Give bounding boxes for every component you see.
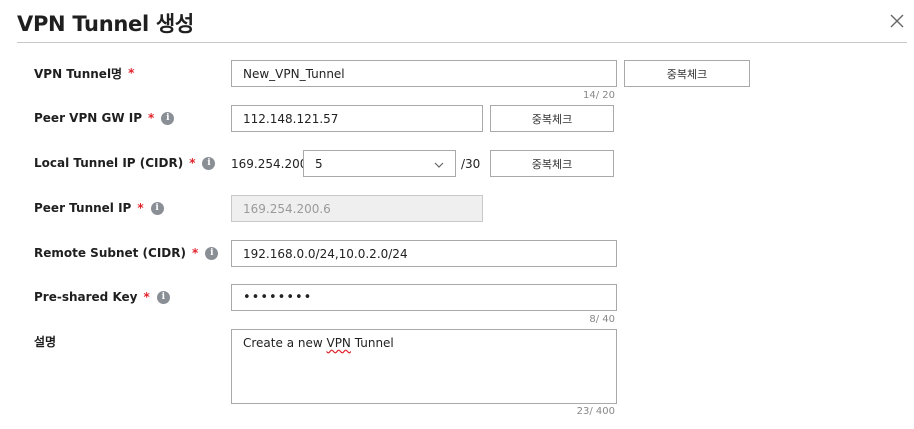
description-label-text: 설명 (34, 334, 57, 349)
remote-subnet-input[interactable]: 192.168.0.0/24,10.0.2.0/24 (231, 240, 617, 267)
remote-subnet-value: 192.168.0.0/24,10.0.2.0/24 (243, 246, 408, 261)
tunnel-name-value: New_VPN_Tunnel (243, 66, 345, 81)
peer-tunnel-ip-value: 169.254.200.6 (243, 201, 331, 216)
peer-gw-ip-value: 112.148.121.57 (243, 111, 339, 126)
local-tunnel-ip-selected-value: 5 (315, 156, 323, 171)
required-mark: * (128, 66, 135, 80)
peer-gw-ip-label-text: Peer VPN GW IP (34, 111, 142, 125)
local-tunnel-ip-prefix: 169.254.200. (231, 156, 312, 171)
description-textarea[interactable]: Create a new VPN Tunnel (231, 329, 617, 404)
preshared-key-masked-value: •••••••• (243, 290, 313, 305)
peer-tunnel-ip-input: 169.254.200.6 (231, 195, 483, 222)
info-icon[interactable]: i (150, 201, 164, 215)
local-tunnel-ip-duplicate-check-button[interactable]: 중복체크 (490, 150, 614, 177)
description-spellcheck-word: VPN (326, 336, 351, 350)
required-mark: * (143, 290, 150, 304)
description-label: 설명 (34, 331, 56, 351)
tunnel-name-input[interactable]: New_VPN_Tunnel (231, 60, 617, 87)
preshared-key-label: Pre-shared Key * i (34, 287, 170, 307)
tunnel-name-label: VPN Tunnel명 * (34, 63, 134, 83)
dialog-header: VPN Tunnel 생성 (0, 0, 914, 44)
description-text-part: Tunnel (350, 336, 394, 350)
tunnel-name-label-text: VPN Tunnel명 (34, 66, 123, 81)
required-mark: * (137, 201, 144, 215)
tunnel-name-char-counter: 14/ 20 (583, 90, 615, 101)
required-mark: * (192, 246, 199, 260)
dialog-title: VPN Tunnel 생성 (17, 12, 194, 36)
local-tunnel-ip-suffix: /30 (461, 156, 481, 171)
peer-tunnel-ip-label: Peer Tunnel IP * i (34, 198, 164, 218)
close-icon[interactable] (888, 12, 906, 30)
tunnel-name-duplicate-check-button[interactable]: 중복체크 (624, 60, 750, 87)
info-icon[interactable]: i (161, 111, 175, 125)
peer-gw-ip-input[interactable]: 112.148.121.57 (231, 105, 483, 132)
remote-subnet-label: Remote Subnet (CIDR) * i (34, 243, 219, 263)
local-tunnel-ip-select[interactable]: 5 (303, 150, 456, 177)
description-text-part: Create a new (243, 336, 327, 350)
remote-subnet-label-text: Remote Subnet (CIDR) (34, 246, 186, 260)
required-mark: * (148, 111, 155, 125)
peer-gw-ip-duplicate-check-button[interactable]: 중복체크 (490, 105, 614, 132)
peer-tunnel-ip-label-text: Peer Tunnel IP (34, 201, 132, 215)
peer-gw-ip-label: Peer VPN GW IP * i (34, 108, 175, 128)
info-icon[interactable]: i (156, 290, 170, 304)
local-tunnel-ip-label-text: Local Tunnel IP (CIDR) (34, 156, 184, 170)
description-char-counter: 23/ 400 (576, 406, 615, 417)
preshared-key-label-text: Pre-shared Key (34, 290, 138, 304)
info-icon[interactable]: i (202, 156, 216, 170)
info-icon[interactable]: i (205, 246, 219, 260)
preshared-key-char-counter: 8/ 40 (589, 314, 615, 325)
preshared-key-input[interactable]: •••••••• (231, 284, 617, 311)
header-divider (17, 42, 907, 43)
local-tunnel-ip-label: Local Tunnel IP (CIDR) * i (34, 153, 216, 173)
required-mark: * (189, 156, 196, 170)
chevron-down-icon (434, 159, 444, 169)
